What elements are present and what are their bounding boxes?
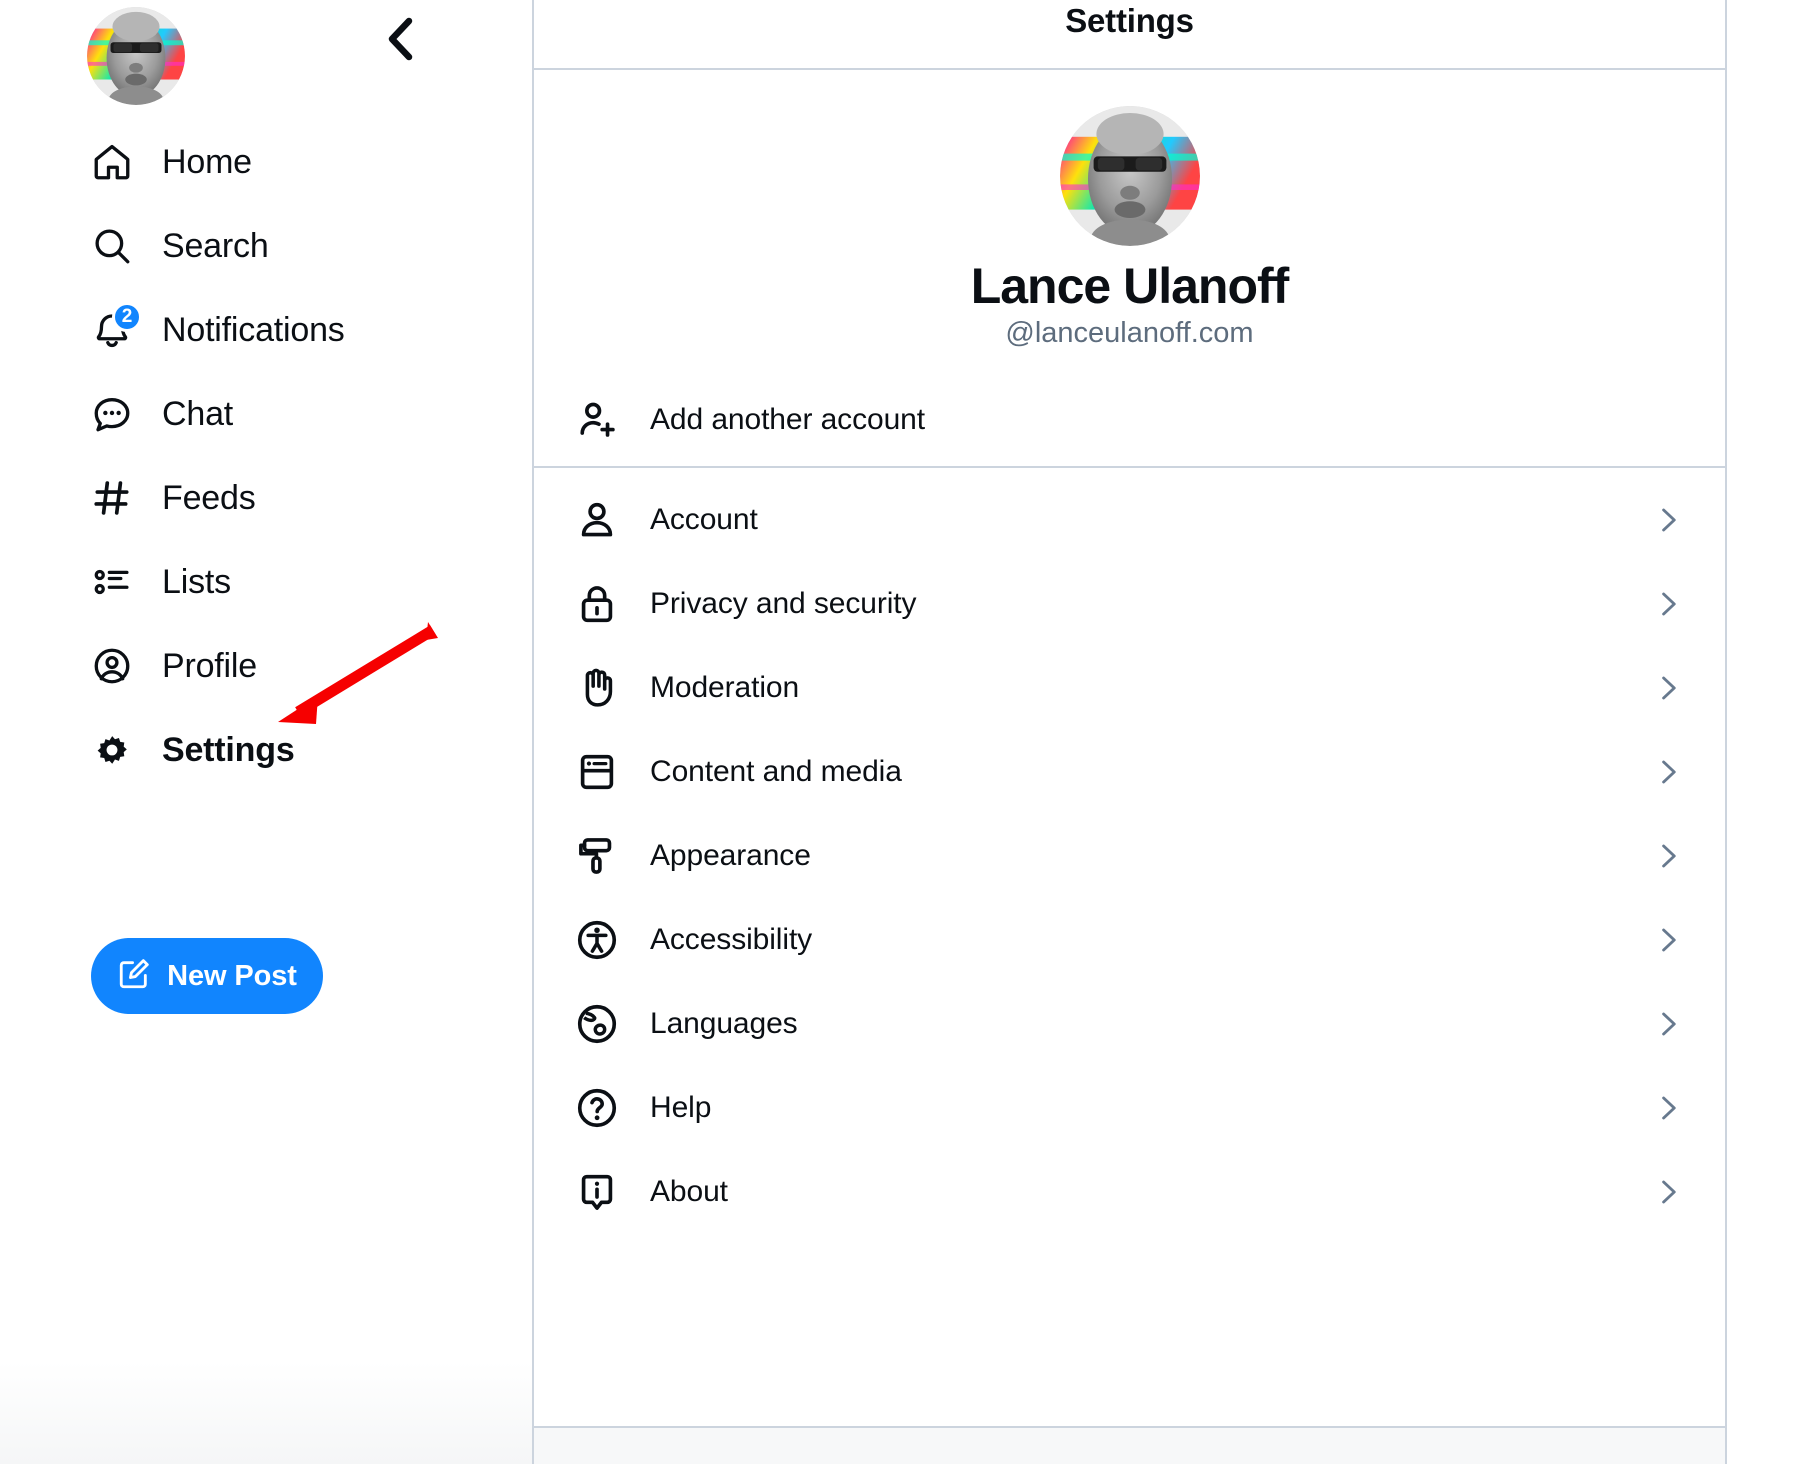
avatar[interactable] <box>1059 106 1200 246</box>
hashtag-icon <box>90 476 134 520</box>
settings-row-appearance[interactable]: Appearance <box>534 814 1725 898</box>
chevron-right-icon <box>1651 503 1685 537</box>
sidebar-item-label: Notifications <box>162 311 345 349</box>
left-sidebar: Home Search 2 Notifications Chat Feeds L… <box>0 0 532 1464</box>
sidebar-item-lists[interactable]: Lists <box>0 540 532 624</box>
settings-row-label: Account <box>650 502 758 536</box>
settings-row-help[interactable]: Help <box>534 1066 1725 1150</box>
page-title: Settings <box>1065 2 1194 39</box>
info-icon <box>572 1167 622 1217</box>
compose-icon <box>117 957 151 996</box>
question-mark-icon <box>572 1083 622 1133</box>
sidebar-item-notifications[interactable]: 2 Notifications <box>0 288 532 372</box>
chat-bubble-icon <box>90 392 134 436</box>
hand-icon <box>572 663 622 713</box>
window-icon <box>572 747 622 797</box>
lock-icon <box>572 579 622 629</box>
display-name: Lance Ulanoff <box>970 258 1290 314</box>
settings-row-moderation[interactable]: Moderation <box>534 646 1725 730</box>
user-icon <box>572 495 622 545</box>
avatar[interactable] <box>87 7 185 105</box>
chevron-right-icon <box>1651 755 1685 789</box>
chevron-left-glyph <box>388 17 413 61</box>
handle: @lanceulanoff.com <box>1005 316 1254 349</box>
sidebar-header <box>0 0 532 110</box>
sidebar-item-chat[interactable]: Chat <box>0 372 532 456</box>
sidebar-item-search[interactable]: Search <box>0 204 532 288</box>
bottom-strip <box>534 1428 1725 1464</box>
settings-row-languages[interactable]: Languages <box>534 982 1725 1066</box>
avatar-image <box>1059 106 1200 246</box>
chevron-right-icon <box>1651 671 1685 705</box>
chevron-left-icon[interactable] <box>372 10 430 68</box>
list-icon <box>90 560 134 604</box>
settings-row-label: Languages <box>650 1006 798 1040</box>
add-another-account-label: Add another account <box>650 402 925 436</box>
chevron-right-icon <box>1651 587 1685 621</box>
home-icon <box>90 140 134 184</box>
settings-panel: Settings Lance Ulanoff @lanceulanoff.com… <box>532 0 1727 1464</box>
panel-header: Settings <box>534 0 1725 70</box>
settings-row-label: Appearance <box>650 838 811 872</box>
settings-row-account[interactable]: Account <box>534 478 1725 562</box>
sidebar-nav: Home Search 2 Notifications Chat Feeds L… <box>0 120 532 792</box>
sidebar-item-label: Settings <box>162 731 295 769</box>
settings-row-accessibility[interactable]: Accessibility <box>534 898 1725 982</box>
sidebar-item-settings[interactable]: Settings <box>0 708 532 792</box>
bell-icon: 2 <box>90 302 142 352</box>
sidebar-item-label: Search <box>162 227 269 265</box>
notification-badge: 2 <box>112 302 142 332</box>
user-circle-icon <box>90 644 134 688</box>
gear-icon <box>90 728 134 772</box>
profile-summary: Lance Ulanoff @lanceulanoff.com <box>534 70 1725 348</box>
chevron-right-icon <box>1651 1091 1685 1125</box>
accessibility-icon <box>572 915 622 965</box>
new-post-button[interactable]: New Post <box>91 938 323 1014</box>
sidebar-item-feeds[interactable]: Feeds <box>0 456 532 540</box>
add-another-account-button[interactable]: Add another account <box>534 374 1725 466</box>
chevron-right-icon <box>1651 1007 1685 1041</box>
avatar-image <box>87 7 185 105</box>
globe-icon <box>572 999 622 1049</box>
settings-row-content-and-media[interactable]: Content and media <box>534 730 1725 814</box>
paint-roller-icon <box>572 831 622 881</box>
settings-row-label: Moderation <box>650 670 800 704</box>
settings-row-about[interactable]: About <box>534 1150 1725 1234</box>
new-post-label: New Post <box>167 959 297 992</box>
chevron-right-icon <box>1651 839 1685 873</box>
sidebar-item-label: Feeds <box>162 479 256 517</box>
user-plus-icon <box>572 395 622 445</box>
settings-row-label: Content and media <box>650 754 902 788</box>
settings-row-label: Help <box>650 1090 712 1124</box>
sidebar-item-profile[interactable]: Profile <box>0 624 532 708</box>
right-gutter <box>1729 0 1794 1464</box>
app-root: Home Search 2 Notifications Chat Feeds L… <box>0 0 1794 1464</box>
sidebar-item-label: Home <box>162 143 252 181</box>
settings-row-label: About <box>650 1174 728 1208</box>
chevron-right-icon <box>1651 923 1685 957</box>
sidebar-item-label: Chat <box>162 395 234 433</box>
sidebar-item-home[interactable]: Home <box>0 120 532 204</box>
settings-row-label: Accessibility <box>650 922 813 956</box>
settings-row-privacy-and-security[interactable]: Privacy and security <box>534 562 1725 646</box>
settings-list: Account Privacy and security Moderation … <box>534 468 1725 1234</box>
chevron-right-icon <box>1651 1175 1685 1209</box>
search-icon <box>90 224 134 268</box>
sidebar-item-label: Profile <box>162 647 257 685</box>
settings-row-label: Privacy and security <box>650 586 917 620</box>
sidebar-item-label: Lists <box>162 563 231 601</box>
